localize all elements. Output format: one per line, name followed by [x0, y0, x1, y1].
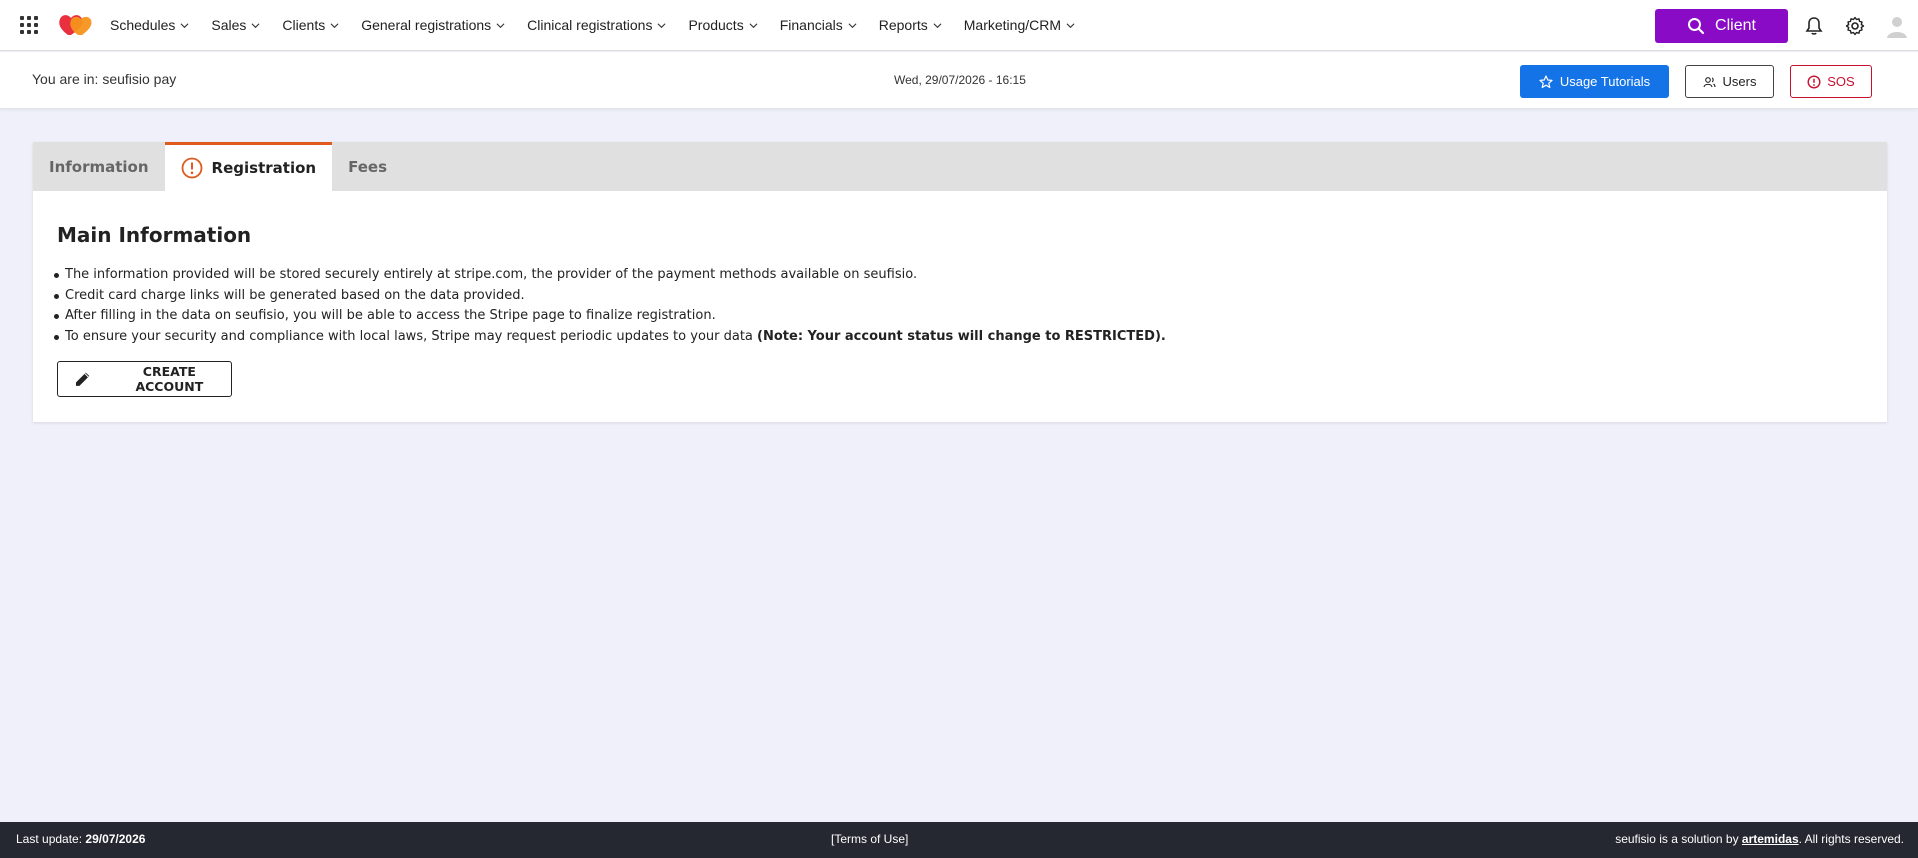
menu-label: General registrations — [361, 17, 492, 33]
last-update-label: Last update: — [16, 832, 86, 846]
artemidas-link[interactable]: artemidas — [1742, 832, 1799, 846]
chevron-down-icon — [330, 22, 339, 28]
tab-information[interactable]: Information — [33, 142, 165, 191]
menu-marketing-crm[interactable]: Marketing/CRM — [964, 17, 1075, 33]
list-item: After filling in the data on seufisio, y… — [54, 306, 1863, 327]
chevron-down-icon — [657, 22, 666, 28]
current-datetime: Wed, 29/07/2026 - 16:15 — [894, 73, 1026, 87]
tab-bar: Information Registration Fees — [33, 142, 1887, 191]
copyright: seufisio is a solution by artemidas. All… — [1615, 832, 1904, 846]
star-icon — [1539, 74, 1553, 88]
apps-grid-icon[interactable] — [20, 16, 38, 34]
alert-circle-icon — [1807, 74, 1821, 89]
breadcrumb: You are in: seufisio pay — [32, 71, 177, 87]
menu-sales[interactable]: Sales — [211, 17, 260, 33]
last-update-date: 29/07/2026 — [85, 832, 146, 846]
registration-card: Information Registration Fees Main Infor… — [33, 142, 1887, 422]
menu-label: Products — [688, 17, 744, 33]
list-item: The information provided will be stored … — [54, 265, 1863, 286]
sub-header: You are in: seufisio pay Wed, 29/07/2026… — [0, 52, 1918, 109]
list-item: To ensure your security and compliance w… — [54, 327, 1863, 348]
tab-label: Fees — [348, 157, 387, 176]
chevron-down-icon — [749, 22, 758, 28]
menu-label: Sales — [211, 17, 247, 33]
top-navigation: Schedules Sales Clients General registra… — [0, 0, 1918, 51]
sos-button[interactable]: SOS — [1790, 65, 1872, 98]
menu-label: Clients — [282, 17, 326, 33]
restricted-note: (Note: Your account status will change t… — [757, 328, 1166, 344]
main-menu: Schedules Sales Clients General registra… — [110, 17, 1097, 33]
menu-schedules[interactable]: Schedules — [110, 17, 189, 33]
chevron-down-icon — [1066, 22, 1075, 28]
menu-label: Clinical registrations — [527, 17, 653, 33]
pencil-icon — [75, 372, 90, 386]
menu-clients[interactable]: Clients — [282, 17, 339, 33]
app-logo[interactable] — [58, 13, 94, 37]
card-body: Main Information The information provide… — [33, 191, 1887, 429]
menu-label: Schedules — [110, 17, 176, 33]
menu-financials[interactable]: Financials — [780, 17, 857, 33]
usage-tutorials-button[interactable]: Usage Tutorials — [1520, 65, 1669, 98]
info-list: The information provided will be stored … — [54, 265, 1863, 348]
search-icon — [1688, 17, 1705, 34]
terms-of-use-link[interactable]: [Terms of Use] — [831, 832, 908, 846]
tab-label: Registration — [211, 159, 317, 177]
create-account-button[interactable]: CREATE ACCOUNT — [57, 361, 232, 397]
client-button-label: Client — [1715, 16, 1756, 34]
tutorials-label: Usage Tutorials — [1559, 74, 1651, 89]
create-account-label: CREATE ACCOUNT — [135, 364, 204, 394]
tab-fees[interactable]: Fees — [332, 142, 403, 191]
sos-label: SOS — [1827, 74, 1855, 89]
chevron-down-icon — [251, 22, 260, 28]
page-footer: Last update: 29/07/2026 [Terms of Use] s… — [0, 822, 1918, 858]
copyright-prefix: seufisio is a solution by — [1615, 832, 1742, 846]
tab-label: Information — [49, 157, 149, 176]
copyright-suffix: . All rights reserved. — [1798, 832, 1904, 846]
menu-reports[interactable]: Reports — [879, 17, 942, 33]
client-search-button[interactable]: Client — [1655, 8, 1788, 43]
chevron-down-icon — [496, 22, 505, 28]
gear-icon[interactable] — [1844, 15, 1866, 37]
chevron-down-icon — [180, 22, 189, 28]
chevron-down-icon — [848, 22, 857, 28]
users-button[interactable]: Users — [1685, 65, 1774, 98]
last-update: Last update: 29/07/2026 — [16, 832, 145, 846]
menu-products[interactable]: Products — [688, 17, 758, 33]
chevron-down-icon — [933, 22, 942, 28]
list-item: Credit card charge links will be generat… — [54, 286, 1863, 307]
bell-icon[interactable] — [1803, 15, 1825, 37]
menu-clinical-registrations[interactable]: Clinical registrations — [527, 17, 666, 33]
section-title: Main Information — [57, 223, 252, 247]
users-label: Users — [1722, 74, 1757, 89]
users-icon — [1702, 76, 1716, 87]
menu-label: Reports — [878, 17, 928, 33]
user-avatar-icon[interactable] — [1885, 14, 1909, 38]
nav-right-group: Client — [1655, 0, 1918, 51]
menu-label: Marketing/CRM — [963, 17, 1062, 33]
menu-label: Financials — [779, 17, 843, 33]
list-item-text: To ensure your security and compliance w… — [65, 328, 758, 344]
tab-registration[interactable]: Registration — [164, 142, 333, 191]
header-actions: Usage Tutorials Users SOS — [1520, 65, 1872, 98]
warning-circle-icon — [181, 157, 202, 179]
menu-general-registrations[interactable]: General registrations — [361, 17, 505, 33]
